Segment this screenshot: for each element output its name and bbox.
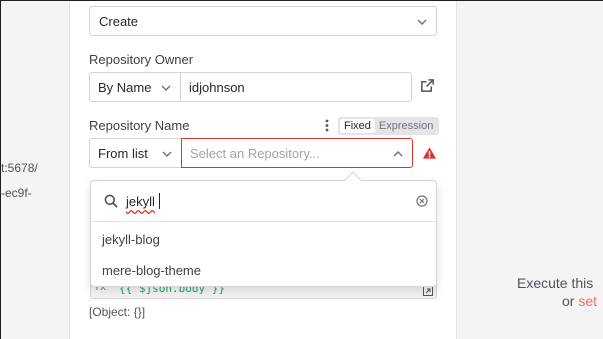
fixed-expression-toggle[interactable]: Fixed Expression xyxy=(338,117,440,135)
repository-select[interactable]: Select an Repository... xyxy=(181,138,413,168)
chevron-down-icon xyxy=(162,151,172,157)
owner-mode-select[interactable]: By Name xyxy=(89,72,181,102)
canvas-text: t:5678/ xyxy=(1,161,38,175)
object-hint: [Object: {}] xyxy=(89,305,146,319)
canvas-right: Execute this or set xyxy=(457,1,603,339)
text-cursor xyxy=(159,193,160,209)
dropdown-search[interactable]: jekyll xyxy=(91,181,436,222)
chevron-down-icon xyxy=(417,19,427,25)
more-options-icon[interactable] xyxy=(324,118,330,133)
toggle-fixed[interactable]: Fixed xyxy=(340,119,375,133)
operation-value: Create xyxy=(99,13,139,29)
owner-name-value: idjohnson xyxy=(189,79,245,95)
chevron-down-icon xyxy=(161,85,171,91)
owner-mode-value: By Name xyxy=(98,79,152,95)
clear-icon[interactable] xyxy=(416,195,428,207)
external-link-icon[interactable] xyxy=(420,78,435,93)
repository-placeholder: Select an Repository... xyxy=(190,145,320,161)
set-link[interactable]: set xyxy=(578,293,597,309)
chevron-up-icon xyxy=(393,151,403,157)
repo-mode-value: From list xyxy=(98,145,148,161)
repository-dropdown: jekyll jekyll-blog mere-blog-theme xyxy=(90,171,437,287)
repository-name-label: Repository Name xyxy=(89,118,190,133)
search-icon xyxy=(104,194,118,208)
toggle-expression[interactable]: Expression xyxy=(375,119,437,133)
repo-mode-select[interactable]: From list xyxy=(89,138,182,168)
list-item[interactable]: mere-blog-theme xyxy=(91,254,436,286)
operation-select[interactable]: Create xyxy=(89,6,437,36)
canvas-text: -ec9f- xyxy=(1,186,32,200)
expand-icon[interactable] xyxy=(423,286,433,296)
execute-hint: Execute this xyxy=(517,275,594,291)
list-item[interactable]: jekyll-blog xyxy=(91,223,436,255)
owner-name-input[interactable]: idjohnson xyxy=(180,72,412,102)
set-hint: or set xyxy=(562,293,598,309)
repository-owner-label: Repository Owner xyxy=(89,52,194,67)
warning-icon xyxy=(422,147,437,159)
search-input[interactable]: jekyll xyxy=(126,194,155,209)
canvas-left: t:5678/ -ec9f- xyxy=(1,1,69,339)
